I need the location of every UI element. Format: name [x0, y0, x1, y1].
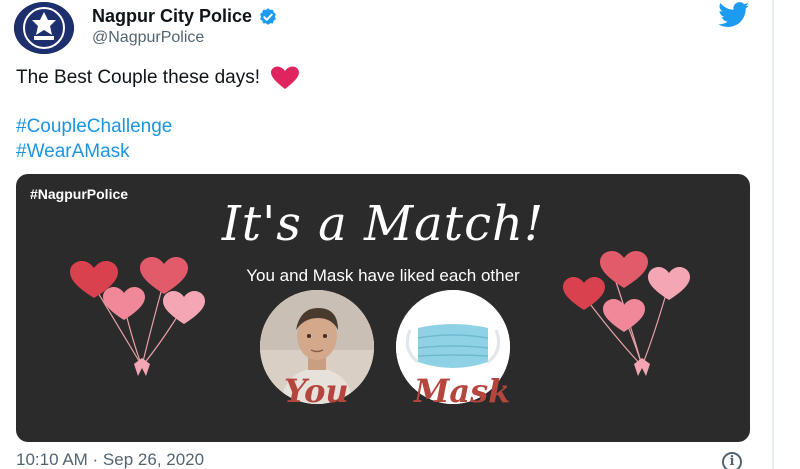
tweet-text-row: The Best Couple these days!	[16, 66, 300, 90]
author-handle[interactable]: @NagpurPolice	[92, 29, 204, 47]
hashtag-wear-a-mask[interactable]: #WearAMask	[16, 141, 130, 163]
tweet-media-image[interactable]: #NagpurPolice It's a Match! You and Mask…	[16, 174, 750, 442]
you-label: You	[284, 372, 349, 410]
avatar[interactable]	[14, 2, 74, 54]
heart-balloons-left-icon	[70, 257, 205, 376]
heart-emoji-icon	[270, 66, 299, 89]
heart-balloons-right-icon	[563, 251, 690, 376]
hashtag-couple-challenge[interactable]: #CoupleChallenge	[16, 116, 172, 138]
author-display-name[interactable]: Nagpur City Police	[92, 6, 252, 27]
author-display-name-row[interactable]: Nagpur City Police	[92, 6, 278, 27]
info-icon[interactable]: i	[722, 452, 742, 469]
timeline-border	[772, 0, 774, 469]
police-emblem-icon	[14, 2, 74, 54]
verified-badge-icon	[260, 7, 276, 25]
tweet-text: The Best Couple these days!	[16, 67, 260, 88]
mask-label: Mask	[414, 372, 511, 410]
tweet-timestamp[interactable]: 10:10 AM · Sep 26, 2020	[16, 450, 204, 469]
twitter-bird-icon	[718, 2, 750, 27]
